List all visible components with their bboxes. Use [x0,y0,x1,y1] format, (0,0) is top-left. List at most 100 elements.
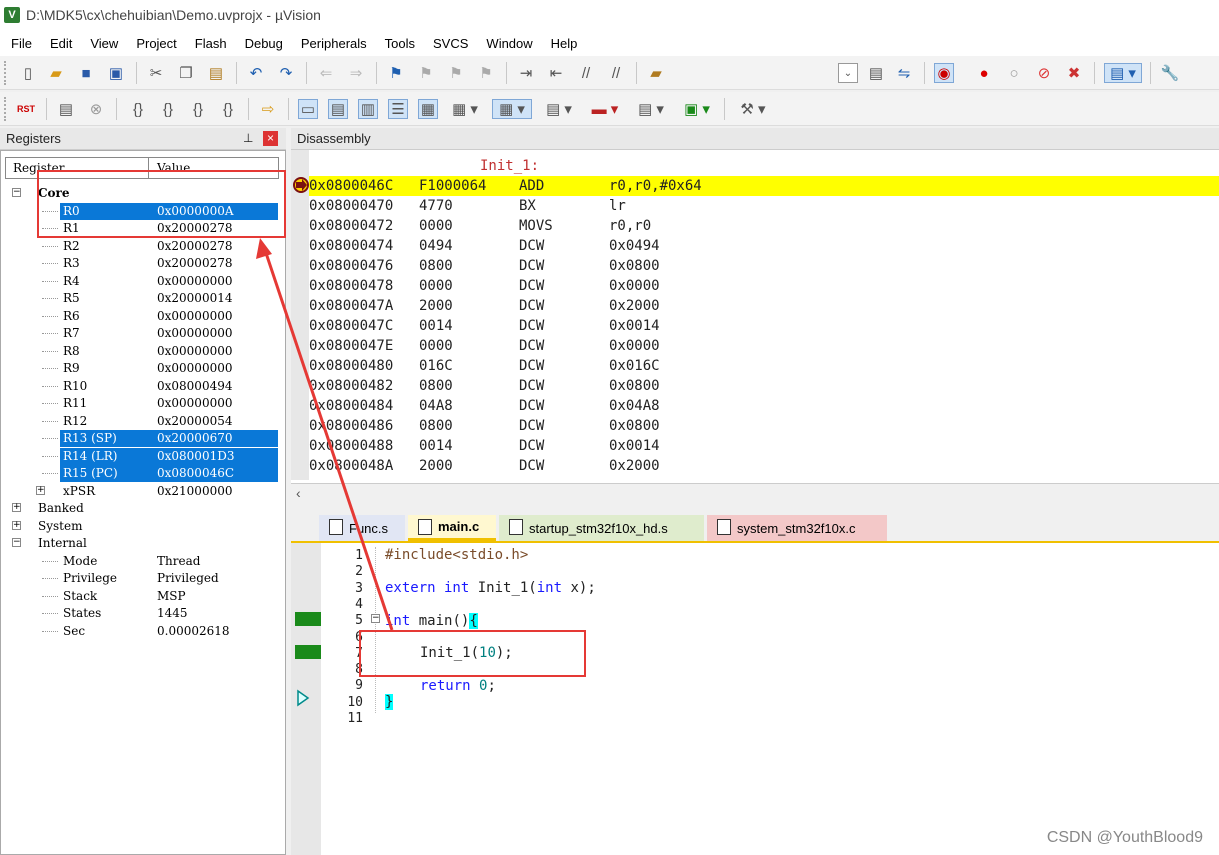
register-value[interactable]: 0x00000000 [157,309,232,323]
pin-icon[interactable]: ⊥ [243,131,253,145]
run-icon[interactable]: ▤ [56,99,76,119]
disassembly-row[interactable]: 0x0800047A 2000 DCW 0x2000 [309,296,1219,316]
enable-breakpoint-icon[interactable]: ○ [1004,63,1024,83]
new-file-icon[interactable]: ▯ [18,63,38,83]
prev-bookmark-icon[interactable]: ⚑ [416,63,436,83]
register-value[interactable]: 0x08000494 [157,379,232,393]
internal-row[interactable]: States 1445 [0,605,286,623]
register-value[interactable]: 0x20000278 [157,256,232,270]
disassembly-row[interactable]: 0x0800048A 2000 DCW 0x2000 [309,456,1219,476]
register-value[interactable]: 0x00000000 [157,344,232,358]
register-row[interactable]: R4 0x00000000 [0,273,286,291]
tab-main-c[interactable]: main.c [408,515,496,541]
step-out-icon[interactable]: {} [188,99,208,119]
find-icon[interactable]: ▤ [866,63,886,83]
register-row[interactable]: R13 (SP) 0x20000670 [0,430,286,448]
disassembly-hscroll[interactable]: ‹ [291,483,1219,505]
debug-session-icon[interactable]: ◉ [934,63,954,83]
close-icon[interactable]: × [263,131,278,146]
disassembly-row[interactable]: 0x0800046C F1000064 ADD r0,r0,#0x64 [309,176,1219,196]
register-value[interactable]: 0x0800046C [157,466,234,480]
register-row[interactable]: R8 0x00000000 [0,343,286,361]
register-row[interactable]: R7 0x00000000 [0,325,286,343]
toolbar-grip[interactable] [4,61,7,85]
show-next-statement-icon[interactable]: ⇨ [258,99,278,119]
disassembly-window-icon[interactable]: ▤ [328,99,348,119]
serial-windows-icon[interactable]: ▤ ▾ [542,99,576,119]
menu-view[interactable]: View [79,36,125,51]
registers-window-icon[interactable]: ☰ [388,99,408,119]
disassembly-panel[interactable]: Init_1: 0x0800046C F1000064 ADD r0,r0,#0x64… [291,150,1219,505]
menu-peripherals[interactable]: Peripherals [290,36,374,51]
fold-icon[interactable]: − [371,614,380,623]
indent-icon[interactable]: ⇥ [516,63,536,83]
register-value[interactable]: 0x00000000 [157,274,232,288]
toolbox-icon[interactable]: ⚒ ▾ [734,99,772,119]
code-editor[interactable]: 1 2 3 4 5 6 7 8 9 10 11 − #include<stdio.h> extern… [291,541,1219,855]
register-value[interactable]: 0x20000014 [157,291,232,305]
configure-icon[interactable]: 🔧 [1160,63,1180,83]
analysis-windows-icon[interactable]: ▬ ▾ [588,99,622,119]
menu-window[interactable]: Window [475,36,539,51]
tab-startup[interactable]: startup_stm32f10x_hd.s [499,515,704,541]
dropdown-icon[interactable]: ⌄ [838,63,858,83]
disassembly-row[interactable]: 0x0800047E 0000 DCW 0x0000 [309,336,1219,356]
unindent-icon[interactable]: ⇤ [546,63,566,83]
register-value[interactable]: 0x21000000 [157,484,232,498]
nav-forward-icon[interactable]: ⇒ [346,63,366,83]
run-to-cursor-icon[interactable]: {} [218,99,238,119]
insert-breakpoint-icon[interactable]: ● [974,63,994,83]
internal-row[interactable]: Privilege Privileged [0,570,286,588]
disassembly-row[interactable]: 0x0800047C 0014 DCW 0x0014 [309,316,1219,336]
expand-icon[interactable]: + [36,485,45,495]
register-value[interactable]: 0x00000000 [157,326,232,340]
internal-row[interactable]: Sec 0.00002618 [0,623,286,641]
system-viewer-icon[interactable]: ▣ ▾ [680,99,714,119]
disassembly-row[interactable]: 0x08000472 0000 MOVS r0,r0 [309,216,1219,236]
menu-project[interactable]: Project [125,36,183,51]
menu-flash[interactable]: Flash [184,36,234,51]
comment-icon[interactable]: // [576,63,596,83]
tab-func-s[interactable]: Func.s [319,515,405,541]
menu-debug[interactable]: Debug [234,36,290,51]
register-row[interactable]: R12 0x20000054 [0,413,286,431]
next-bookmark-icon[interactable]: ⚑ [446,63,466,83]
disable-breakpoints-icon[interactable]: ⊘ [1034,63,1054,83]
register-row[interactable]: R15 (PC) 0x0800046C [0,465,286,483]
command-window-icon[interactable]: ▭ [298,99,318,119]
register-row[interactable]: R6 0x00000000 [0,308,286,326]
uncomment-icon[interactable]: // [606,63,626,83]
bookmark-icon[interactable]: ⚑ [386,63,406,83]
register-row[interactable]: R5 0x20000014 [0,290,286,308]
reset-icon[interactable]: RST [16,99,36,119]
menu-svcs[interactable]: SVCS [422,36,475,51]
nav-back-icon[interactable]: ⇐ [316,63,336,83]
register-row[interactable]: R11 0x00000000 [0,395,286,413]
register-value[interactable]: 0x00000000 [157,396,232,410]
register-value[interactable]: 0x080001D3 [157,449,234,463]
paste-icon[interactable]: ▤ [206,63,226,83]
memory-windows-icon[interactable]: ▦ ▾ [492,99,532,119]
register-row[interactable]: + xPSR 0x21000000 [0,483,286,501]
disassembly-row[interactable]: 0x08000478 0000 DCW 0x0000 [309,276,1219,296]
tab-system[interactable]: system_stm32f10x.c [707,515,887,541]
disassembly-row[interactable]: 0x08000482 0800 DCW 0x0800 [309,376,1219,396]
disassembly-row[interactable]: 0x08000474 0494 DCW 0x0494 [309,236,1219,256]
kill-breakpoints-icon[interactable]: ✖ [1064,63,1084,83]
symbols-window-icon[interactable]: ▥ [358,99,378,119]
group-banked[interactable]: + Banked [0,500,286,518]
disassembly-row[interactable]: 0x08000486 0800 DCW 0x0800 [309,416,1219,436]
disassembly-row[interactable]: 0x08000488 0014 DCW 0x0014 [309,436,1219,456]
breakpoint-marker-line7[interactable] [295,645,321,659]
menu-edit[interactable]: Edit [39,36,79,51]
register-value[interactable]: 0x20000278 [157,239,232,253]
menu-file[interactable]: File [0,36,39,51]
disassembly-row[interactable]: 0x08000480 016C DCW 0x016C [309,356,1219,376]
open-file-icon[interactable]: ▰ [46,63,66,83]
window-layout-icon[interactable]: ▤ ▾ [1104,63,1142,83]
undo-icon[interactable]: ↶ [246,63,266,83]
group-internal[interactable]: − Internal [0,535,286,553]
cut-icon[interactable]: ✂ [146,63,166,83]
disassembly-row[interactable]: 0x08000476 0800 DCW 0x0800 [309,256,1219,276]
toolbar-grip[interactable] [4,97,7,121]
